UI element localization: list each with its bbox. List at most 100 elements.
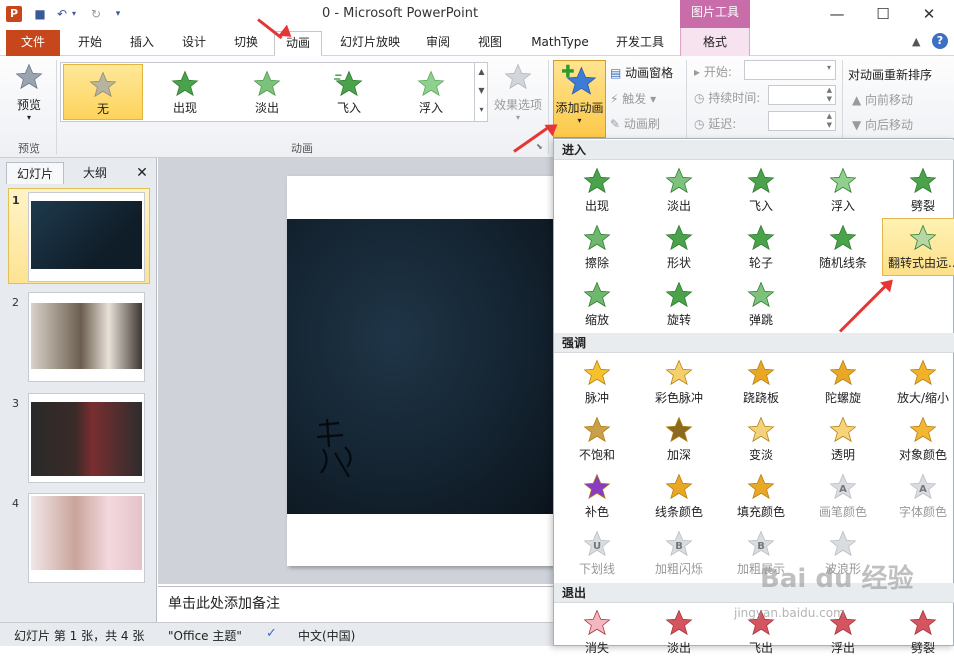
entrance-effect-item[interactable]: 弹跳 <box>726 280 796 336</box>
tab-insert[interactable]: 插入 <box>120 31 164 56</box>
dialog-launcher-icon[interactable]: ⬊ <box>536 142 543 151</box>
entrance-effect-item[interactable]: 翻转式由远... <box>888 223 954 279</box>
entrance-star-icon <box>583 167 611 194</box>
tab-view[interactable]: 视图 <box>468 31 512 56</box>
entrance-star-icon <box>665 281 693 308</box>
tab-transitions[interactable]: 切换 <box>224 31 268 56</box>
gallery-scroll[interactable]: ▲ ▼ ▾ <box>474 62 488 122</box>
entrance-star-icon <box>665 224 693 251</box>
tab-slides[interactable]: 幻灯片 <box>6 162 64 184</box>
tab-mathtype[interactable]: MathType <box>522 31 598 56</box>
emphasis-effect-item[interactable]: 填充颜色 <box>726 472 796 528</box>
watermark: Bai du 经验 <box>760 564 914 594</box>
emphasis-effect-item[interactable]: 变淡 <box>726 415 796 471</box>
trigger-label: 触发 <box>622 92 647 106</box>
tab-home[interactable]: 开始 <box>68 31 112 56</box>
maximize-button[interactable]: ☐ <box>860 0 906 28</box>
start-select[interactable]: ▾ <box>744 60 836 80</box>
notes-pane[interactable]: 单击此处添加备注 <box>158 586 554 622</box>
emphasis-effect-item[interactable]: A 画笔颜色 <box>808 472 878 528</box>
entrance-effect-item[interactable]: 擦除 <box>562 223 632 279</box>
entrance-effect-item[interactable]: 出现 <box>562 166 632 222</box>
move-later-button[interactable]: ▼ 向后移动 <box>852 116 913 133</box>
slide-thumbnail-3[interactable] <box>28 393 145 483</box>
watermark-url: jingyan.baidu.com <box>734 606 845 620</box>
emphasis-effect-item[interactable]: 彩色脉冲 <box>644 358 714 414</box>
gallery-item-appear[interactable]: 出现 <box>145 64 225 120</box>
gallery-item-none[interactable]: 无 <box>63 64 143 120</box>
emphasis-effect-item[interactable]: 陀螺旋 <box>808 358 878 414</box>
tab-file[interactable]: 文件 <box>6 30 60 56</box>
delay-stepper[interactable]: ▲ ▼ <box>768 111 836 131</box>
svg-text:A: A <box>919 484 927 495</box>
exit-effect-item[interactable]: 消失 <box>562 608 632 664</box>
emphasis-effect-item[interactable]: 放大/缩小 <box>888 358 954 414</box>
add-animation-dropdown-icon: ▾ <box>577 116 582 125</box>
tab-format[interactable]: 格式 <box>684 31 746 56</box>
trigger-icon: ⚡ <box>610 92 619 106</box>
entrance-star-icon <box>909 167 937 194</box>
exit-effect-item[interactable]: 劈裂 <box>888 608 954 664</box>
entrance-effect-item[interactable]: 旋转 <box>644 280 714 336</box>
tab-developer[interactable]: 开发工具 <box>606 31 674 56</box>
animation-pane-icon: ▤ <box>610 66 622 80</box>
emphasis-effect-item[interactable]: 不饱和 <box>562 415 632 471</box>
section-emphasis: 强调 <box>554 333 954 353</box>
help-icon[interactable]: ? <box>932 33 948 49</box>
slide-photo[interactable] <box>287 219 554 514</box>
float-in-star-icon <box>417 70 445 97</box>
start-label-text: 开始: <box>703 65 732 79</box>
gallery-item-float-in[interactable]: 浮入 <box>391 64 471 120</box>
tab-design[interactable]: 设计 <box>172 31 216 56</box>
move-earlier-label: 向前移动 <box>865 93 914 107</box>
emphasis-star-icon <box>583 359 611 386</box>
animation-painter-button[interactable]: ✎ 动画刷 <box>610 115 660 132</box>
gallery-item-fade[interactable]: 淡出 <box>227 64 307 120</box>
tab-review[interactable]: 审阅 <box>416 31 460 56</box>
slide-thumbnail-1[interactable] <box>28 192 145 282</box>
language-status[interactable]: 中文(中国) <box>298 627 355 644</box>
preview-button[interactable]: 预览 ▾ <box>8 62 50 132</box>
entrance-effect-item[interactable]: 浮入 <box>808 166 878 222</box>
spellcheck-icon[interactable]: ✓ <box>266 626 277 641</box>
entrance-effect-item[interactable]: 轮子 <box>726 223 796 279</box>
close-button[interactable]: ✕ <box>906 0 952 28</box>
emphasis-effect-item[interactable]: 跷跷板 <box>726 358 796 414</box>
emphasis-effect-label: 透明 <box>830 448 855 462</box>
slide-thumbnail-2[interactable] <box>28 292 145 382</box>
emphasis-effect-item[interactable]: A 字体颜色 <box>888 472 954 528</box>
emphasis-effect-item[interactable]: 加深 <box>644 415 714 471</box>
tab-outline[interactable]: 大纲 <box>66 162 124 184</box>
entrance-effect-item[interactable]: 缩放 <box>562 280 632 336</box>
emphasis-effect-item[interactable]: U 下划线 <box>562 529 632 585</box>
trigger-button[interactable]: ⚡ 触发 ▾ <box>610 90 656 107</box>
entrance-effect-label: 缩放 <box>584 313 609 327</box>
entrance-effect-item[interactable]: 劈裂 <box>888 166 954 222</box>
minimize-button[interactable]: — <box>814 0 860 28</box>
exit-effect-item[interactable]: 淡出 <box>644 608 714 664</box>
emphasis-effect-item[interactable]: B 加粗闪烁 <box>644 529 714 585</box>
slide-thumbnail-4[interactable] <box>28 493 145 583</box>
emphasis-effect-item[interactable]: 线条颜色 <box>644 472 714 528</box>
theme-status[interactable]: "Office 主题" <box>168 627 242 644</box>
move-earlier-button[interactable]: ▲ 向前移动 <box>852 91 913 108</box>
effect-options-button[interactable]: 效果选项 ▾ <box>492 62 544 132</box>
emphasis-effect-item[interactable]: 补色 <box>562 472 632 528</box>
emphasis-effect-item[interactable]: 脉冲 <box>562 358 632 414</box>
animation-pane-button[interactable]: ▤ 动画窗格 <box>610 64 673 81</box>
emphasis-effect-item[interactable]: 透明 <box>808 415 878 471</box>
entrance-star-icon <box>747 167 775 194</box>
entrance-star-icon <box>829 167 857 194</box>
gallery-item-fly-in[interactable]: 飞入 <box>309 64 389 120</box>
duration-stepper[interactable]: ▲ ▼ <box>768 85 836 105</box>
close-panel-icon[interactable]: ✕ <box>132 162 152 184</box>
entrance-effect-item[interactable]: 形状 <box>644 223 714 279</box>
add-animation-button[interactable]: 添加动画 ▾ <box>553 60 606 138</box>
entrance-effect-item[interactable]: 淡出 <box>644 166 714 222</box>
tab-slideshow[interactable]: 幻灯片放映 <box>332 31 408 56</box>
emphasis-effect-item[interactable]: 对象颜色 <box>888 415 954 471</box>
entrance-effect-item[interactable]: 随机线条 <box>808 223 878 279</box>
emphasis-effect-label: 加深 <box>666 448 691 462</box>
entrance-effect-item[interactable]: 飞入 <box>726 166 796 222</box>
collapse-ribbon-icon[interactable]: ▲ <box>912 35 920 48</box>
